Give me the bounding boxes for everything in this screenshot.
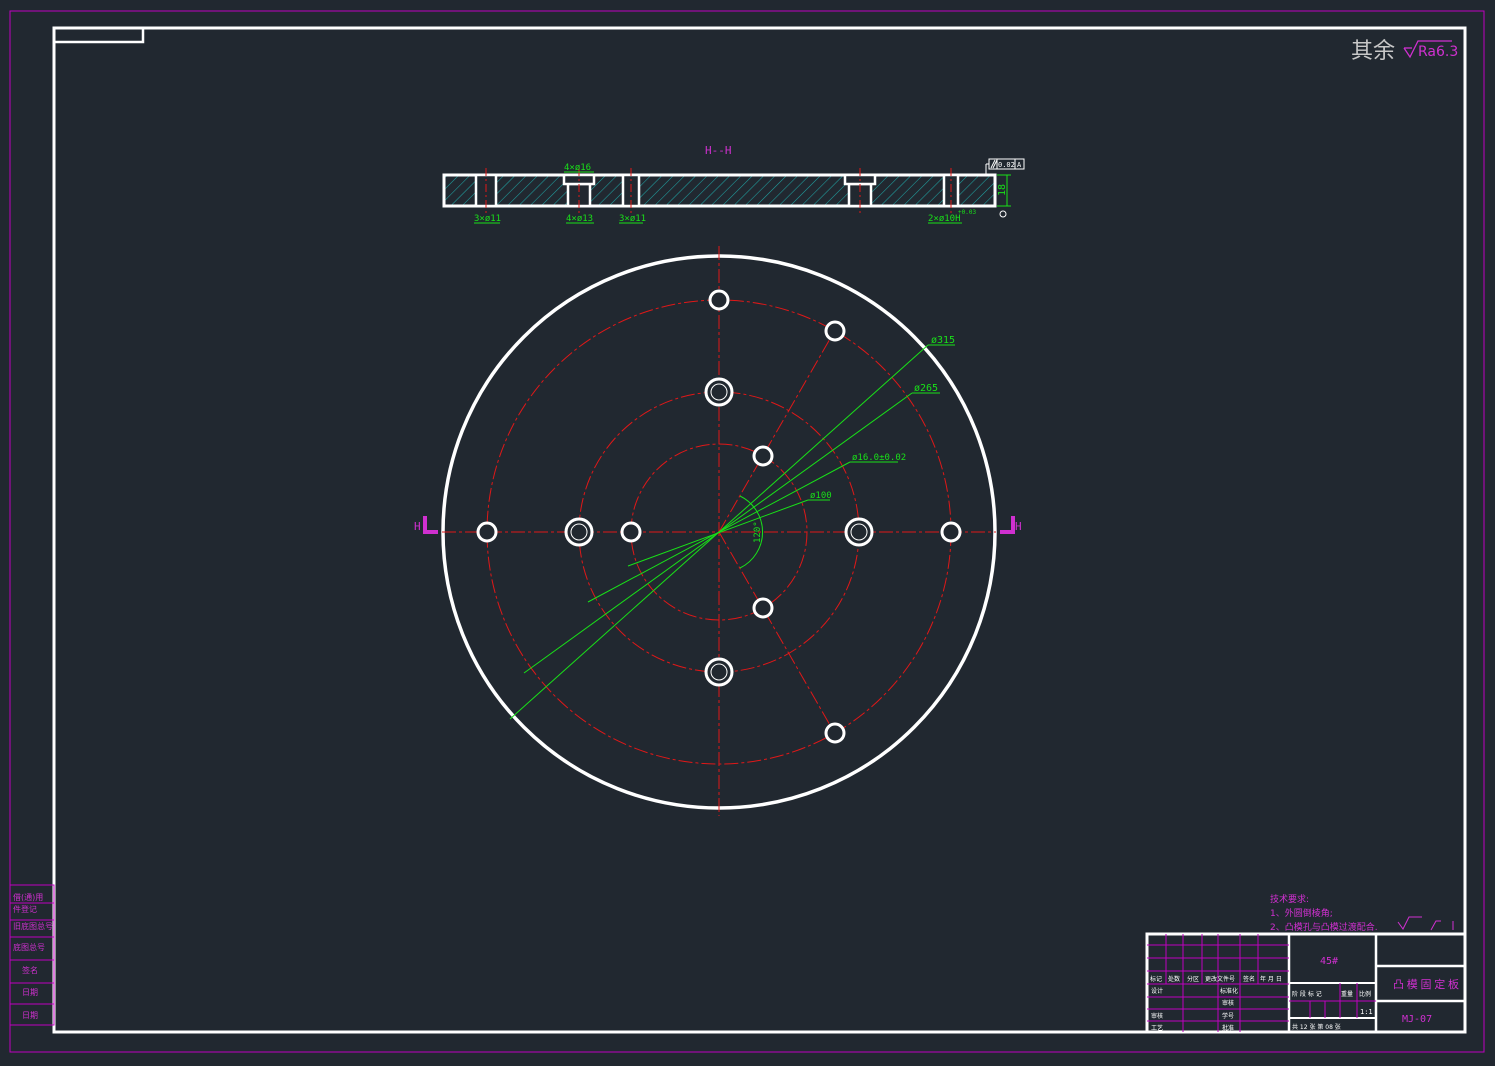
dim-d265: ø265 <box>914 383 938 394</box>
parallelism-value: 0.02 <box>998 161 1015 169</box>
hole <box>940 521 962 543</box>
title-mid-label: 批准 <box>1222 1024 1234 1032</box>
title-row-label: 审核 <box>1151 1012 1163 1020</box>
dim-d315: ø315 <box>931 335 955 346</box>
section-title: H--H <box>705 144 732 157</box>
punch-hole <box>564 517 594 547</box>
left-strip-item: 底图总号 <box>13 942 45 952</box>
punch-hole <box>844 517 874 547</box>
stage-label: 重量 <box>1341 990 1353 998</box>
callout-bottom-right-tol: +0.03 <box>958 209 976 216</box>
sheet-text: 共 12 张 第 08 张 <box>1292 1023 1341 1031</box>
tech-title: 技术要求: <box>1270 893 1309 905</box>
hole <box>620 521 642 543</box>
cad-drawing: 其余 Ra6.3 H--H 4×ø16 3×ø11 4×ø13 3×ø11 2×… <box>9 10 1485 1053</box>
title-mid-label: 学号 <box>1222 1012 1234 1020</box>
tech-line2: 2、凸模孔与凸模过渡配合. <box>1270 921 1378 933</box>
title-header-label: 签名 <box>1243 975 1255 983</box>
roughness-note: 其余 Ra6.3 <box>1351 39 1458 64</box>
title-row-label: 工艺 <box>1151 1024 1163 1032</box>
left-strip-item: 签名 <box>22 965 38 975</box>
hole <box>476 521 498 543</box>
parallelism-datum: A <box>1017 161 1022 169</box>
thickness-dim: 18 <box>997 184 1008 196</box>
roughness-prefix: 其余 <box>1351 39 1395 64</box>
title-header-label: 标记 <box>1150 975 1162 983</box>
section-body <box>442 173 997 208</box>
title-block: 45# 凸模固定板 MJ-07 1:1 标记 处数 分区 更改文件号 签名 年 … <box>1145 932 1467 1034</box>
punch-hole <box>704 377 734 407</box>
left-strip: 借(通)用 件登记 旧底图总号 底图总号 签名 日期 日期 <box>9 884 55 1026</box>
section-marker-right <box>1000 516 1015 534</box>
tech-requirements: 技术要求: 1、外圆倒棱角; 2、凸模孔与凸模过渡配合. <box>1270 893 1378 933</box>
section-view: H--H 4×ø16 3×ø11 4×ø13 3×ø11 2×ø10H +0.0… <box>442 144 1025 224</box>
left-strip-item: 借(通)用 <box>13 892 43 902</box>
section-marker-left-label: H <box>414 520 421 533</box>
hole <box>752 445 774 467</box>
plan-view: ø315 ø265 ø16.0±0.02 ø100 120° H H <box>414 246 1022 816</box>
left-strip-item: 旧底图总号 <box>13 921 53 931</box>
section-marker-left <box>423 516 438 534</box>
title-header-label: 年 月 日 <box>1260 975 1282 983</box>
dim-d16: ø16.0±0.02 <box>852 453 906 463</box>
drawing-number: MJ-07 <box>1402 1014 1432 1025</box>
hole <box>752 597 774 619</box>
title-header-label: 处数 <box>1168 975 1180 983</box>
hole <box>824 722 846 744</box>
left-strip-item: 件登记 <box>13 904 37 914</box>
left-strip-item: 日期 <box>22 988 38 997</box>
left-strip-item: 日期 <box>22 1011 38 1020</box>
title-mid-label: 标准化 <box>1220 987 1238 995</box>
title-mid-label: 审核 <box>1222 999 1234 1007</box>
punch-hole <box>704 657 734 687</box>
scale: 1:1 <box>1360 1008 1373 1016</box>
dim-angle: 120° <box>753 521 763 543</box>
part-name: 凸模固定板 <box>1393 977 1459 991</box>
hole <box>708 289 730 311</box>
material: 45# <box>1320 956 1338 967</box>
title-row-label: 设计 <box>1151 987 1163 995</box>
hole <box>824 320 846 342</box>
tech-line1: 1、外圆倒棱角; <box>1270 907 1333 919</box>
title-header-label: 分区 <box>1187 975 1199 983</box>
roughness-value: Ra6.3 <box>1418 44 1458 60</box>
title-header-label: 更改文件号 <box>1205 975 1235 983</box>
stage-label: 阶 段 标 记 <box>1292 990 1322 998</box>
section-marker-right-label: H <box>1015 520 1022 533</box>
top-left-code-box <box>52 26 145 44</box>
stage-label: 比例 <box>1359 990 1371 998</box>
dim-d100: ø100 <box>810 491 832 501</box>
